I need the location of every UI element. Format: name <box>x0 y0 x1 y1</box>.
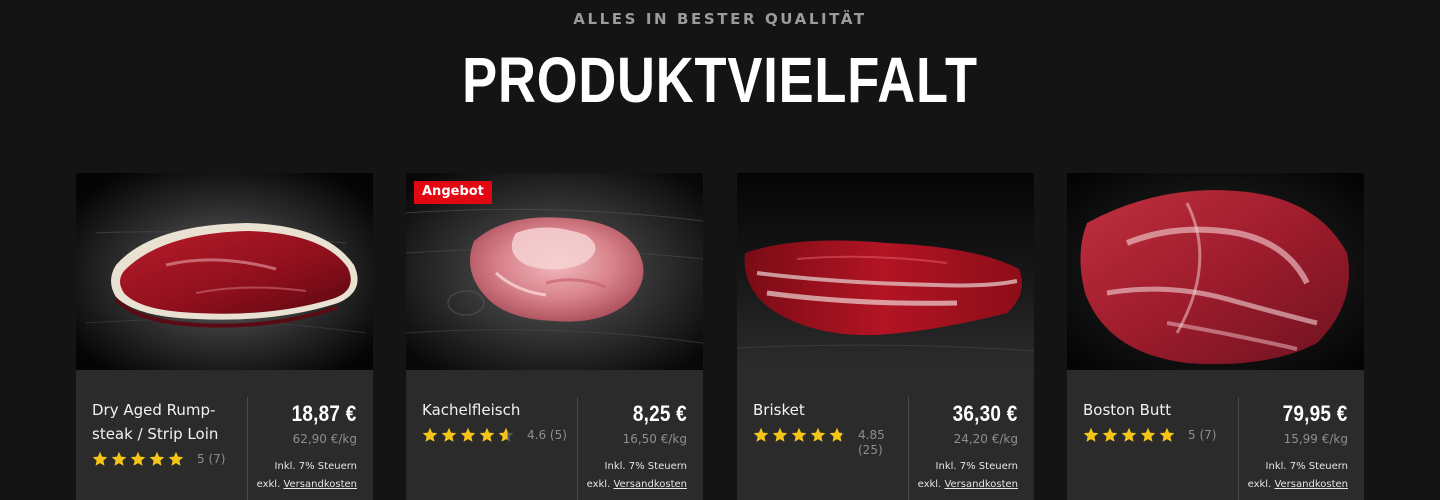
product-rating: 5 (7) <box>1083 427 1216 443</box>
star-icon <box>1083 427 1099 442</box>
product-price: 8,25 € <box>632 401 687 426</box>
product-card[interactable]: Dry Aged Rump-steak / Strip Loin 5 (7) 1… <box>76 173 373 500</box>
rating-count: 4.85 (25) <box>858 428 885 457</box>
star-icon <box>772 427 788 442</box>
rating-count: 5 (7) <box>197 452 226 466</box>
product-name[interactable]: Boston Butt <box>1083 398 1229 422</box>
star-icon <box>92 451 108 466</box>
rating-count: 5 (7) <box>1188 428 1217 442</box>
shipping-prefix: exkl. <box>256 479 281 490</box>
shipping-prefix: exkl. <box>917 479 942 490</box>
product-name[interactable]: Brisket <box>753 398 899 422</box>
section-title: PRODUKTVIELFALT <box>462 44 978 116</box>
product-rating: 4.85 (25) <box>753 427 898 458</box>
unit-price: 24,20 €/kg <box>953 432 1018 446</box>
product-image[interactable]: Angebot <box>406 173 703 370</box>
product-card[interactable]: Angebot Kachelfleisch 4.6 (5) 8,25 € 16,… <box>406 173 703 500</box>
product-name[interactable]: Kachelfleisch <box>422 398 568 422</box>
tax-note: Inkl. 7% Steuern <box>604 461 687 472</box>
product-card[interactable]: Brisket 4.85 (25) 36,30 € 24,20 €/kg Ink… <box>737 173 1034 500</box>
shipping-link[interactable]: Versandkosten <box>944 479 1018 490</box>
star-icon <box>130 451 146 466</box>
product-card[interactable]: Boston Butt 5 (7) 79,95 € 15,99 €/kg Ink… <box>1067 173 1364 500</box>
unit-price: 16,50 €/kg <box>622 432 687 446</box>
shipping-prefix: exkl. <box>1247 479 1272 490</box>
rump-steak-image <box>76 173 373 370</box>
divider <box>247 397 248 500</box>
product-name[interactable]: Dry Aged Rump-steak / Strip Loin <box>92 398 238 446</box>
star-icon <box>829 427 845 442</box>
product-image[interactable] <box>76 173 373 370</box>
star-icon <box>1121 427 1137 442</box>
shipping-link[interactable]: Versandkosten <box>1274 479 1348 490</box>
tax-note: Inkl. 7% Steuern <box>935 461 1018 472</box>
shipping-note: exkl. Versandkosten <box>257 479 357 490</box>
star-icon <box>810 427 826 442</box>
product-price: 79,95 € <box>1283 401 1348 426</box>
star-icon <box>1102 427 1118 442</box>
unit-price: 15,99 €/kg <box>1283 432 1348 446</box>
star-icon <box>753 427 769 442</box>
product-image[interactable] <box>737 173 1034 370</box>
star-icon <box>791 427 807 442</box>
shipping-note: exkl. Versandkosten <box>1248 479 1348 490</box>
unit-price: 62,90 €/kg <box>292 432 357 446</box>
divider <box>908 397 909 500</box>
shipping-link[interactable]: Versandkosten <box>283 479 357 490</box>
star-icon <box>149 451 165 466</box>
star-icon <box>1140 427 1156 442</box>
product-price: 18,87 € <box>292 401 357 426</box>
shipping-link[interactable]: Versandkosten <box>613 479 687 490</box>
star-icon <box>1159 427 1175 442</box>
divider <box>577 397 578 500</box>
tax-note: Inkl. 7% Steuern <box>1265 461 1348 472</box>
rating-count: 4.6 (5) <box>527 428 567 442</box>
offer-badge: Angebot <box>414 181 492 204</box>
product-rating: 4.6 (5) <box>422 427 567 443</box>
star-icon <box>498 427 514 442</box>
star-icon <box>111 451 127 466</box>
shipping-note: exkl. Versandkosten <box>587 479 687 490</box>
brisket-image <box>737 173 1034 370</box>
star-icon <box>479 427 495 442</box>
product-rating: 5 (7) <box>92 451 225 467</box>
shipping-note: exkl. Versandkosten <box>918 479 1018 490</box>
star-icon <box>422 427 438 442</box>
star-icon <box>168 451 184 466</box>
star-icon <box>441 427 457 442</box>
shipping-prefix: exkl. <box>586 479 611 490</box>
section-eyebrow: ALLES IN BESTER QUALITÄT <box>573 10 867 28</box>
divider <box>1238 397 1239 500</box>
product-price: 36,30 € <box>953 401 1018 426</box>
boston-butt-image <box>1067 173 1364 370</box>
tax-note: Inkl. 7% Steuern <box>274 461 357 472</box>
star-icon <box>460 427 476 442</box>
product-image[interactable] <box>1067 173 1364 370</box>
